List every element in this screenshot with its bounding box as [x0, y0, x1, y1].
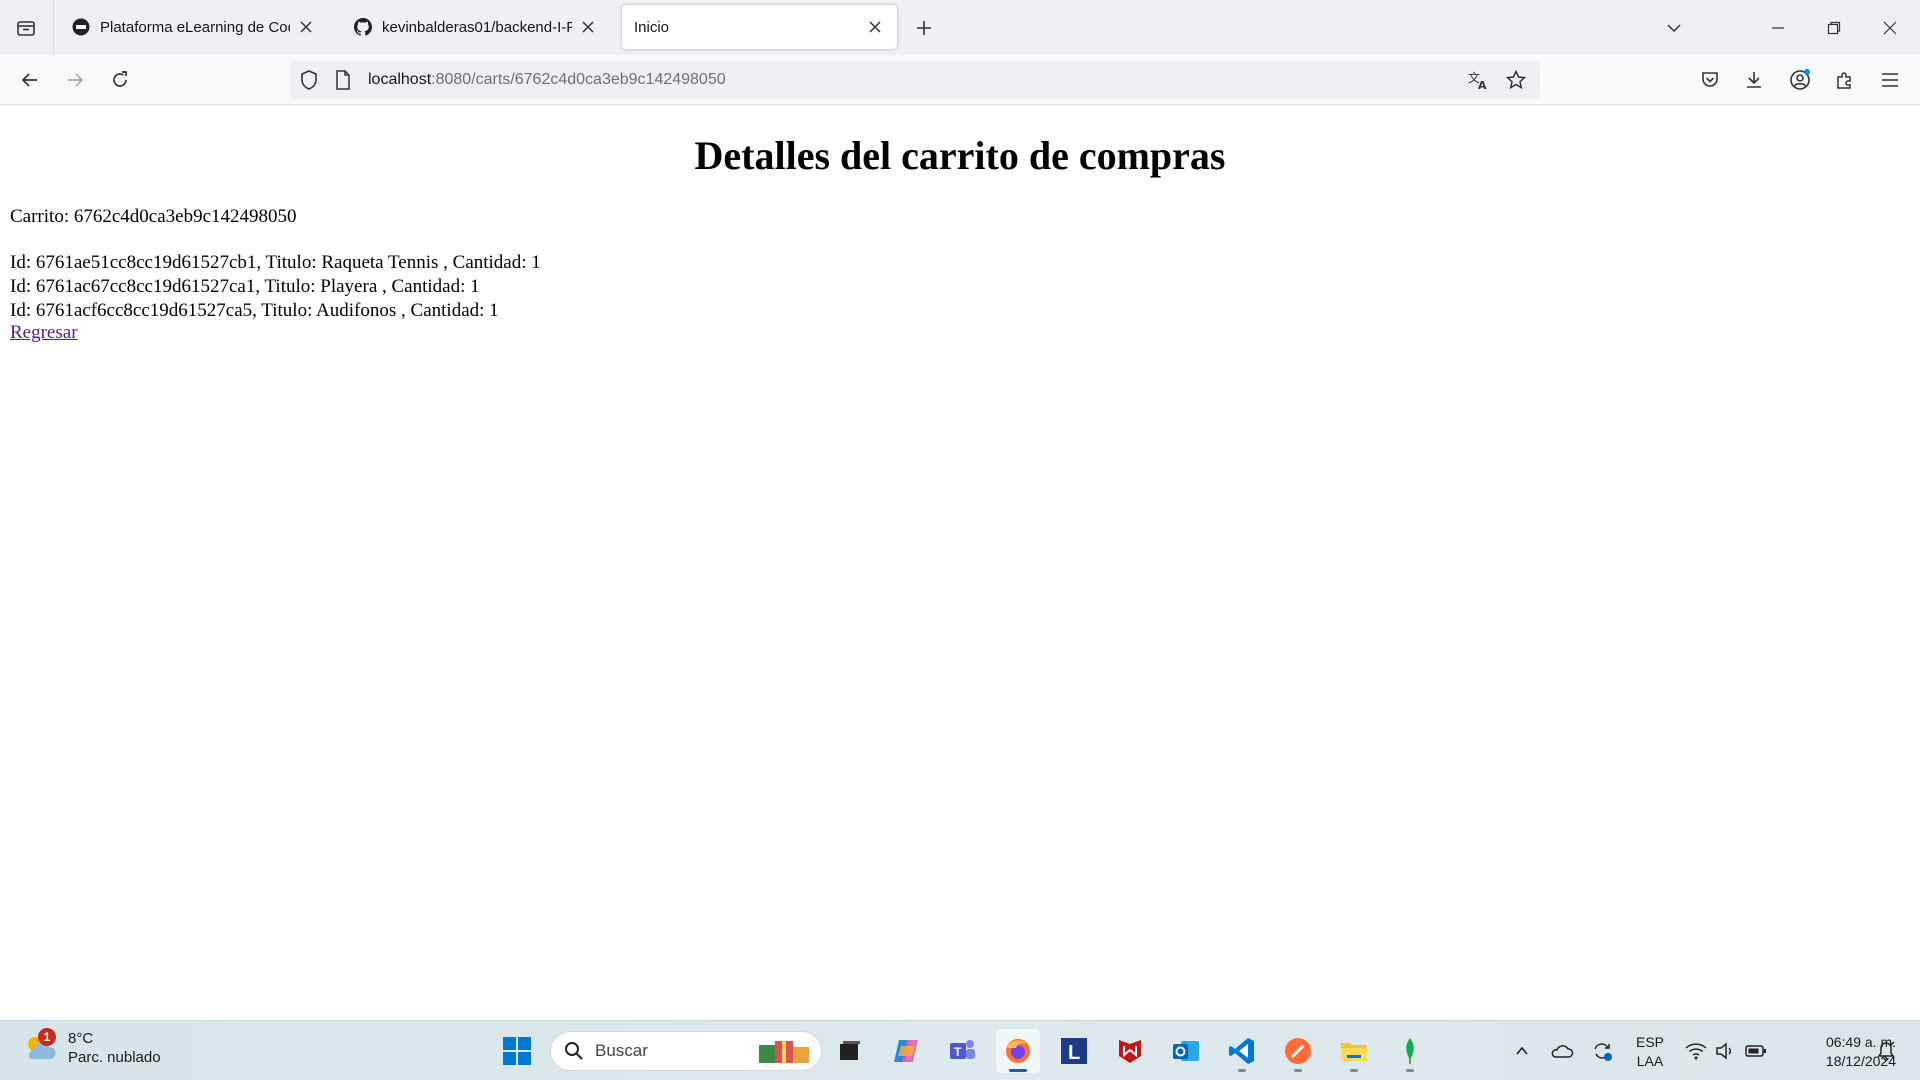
url-host: localhost: [368, 71, 432, 88]
svg-text:A: A: [1478, 79, 1487, 91]
address-bar[interactable]: localhost:8080/carts/6762c4d0ca3eb9c1424…: [290, 61, 1540, 99]
tab-title: kevinbalderas01/backend-I-Proyecto: [382, 18, 572, 36]
tab-github[interactable]: kevinbalderas01/backend-I-Proyecto: [342, 5, 610, 49]
mcafee-icon[interactable]: [1108, 1029, 1152, 1073]
downloads-icon[interactable]: [1740, 66, 1768, 94]
onedrive-icon[interactable]: [1550, 1039, 1574, 1063]
running-indicator: [1350, 1069, 1358, 1072]
github-favicon-icon: [354, 18, 372, 36]
list-item: Id: 6761ac67cc8cc19d61527ca1, Titulo: Pl…: [10, 276, 480, 297]
firefox-icon[interactable]: [996, 1029, 1040, 1073]
close-icon[interactable]: [578, 17, 598, 37]
tab-coderhouse[interactable]: Plataforma eLearning de Coderhouse: [60, 5, 328, 49]
running-indicator: [1009, 1069, 1027, 1072]
tab-bar: Plataforma eLearning de Coderhouse kevin…: [0, 0, 1920, 55]
sync-icon[interactable]: [1590, 1039, 1614, 1063]
copilot-icon[interactable]: [884, 1029, 928, 1073]
taskbar-search[interactable]: Buscar: [550, 1031, 822, 1071]
search-placeholder: Buscar: [595, 1041, 648, 1060]
notifications-bell-icon[interactable]: [1874, 1039, 1898, 1063]
translate-icon[interactable]: 文A: [1466, 68, 1490, 92]
weather-badge: 1: [38, 1028, 56, 1046]
page-title: Detalles del carrito de compras: [694, 133, 1226, 178]
postman-icon[interactable]: [1276, 1029, 1320, 1073]
weather-temp: 8°C: [68, 1030, 94, 1047]
page-content: Detalles del carrito de compras Carrito:…: [0, 106, 1920, 1020]
pocket-icon[interactable]: [1696, 66, 1724, 94]
svg-text:L: L: [1068, 1042, 1080, 1064]
teams-icon[interactable]: T: [940, 1029, 984, 1073]
navigation-toolbar: localhost:8080/carts/6762c4d0ca3eb9c1424…: [0, 55, 1920, 105]
back-link[interactable]: Regresar: [10, 322, 78, 344]
close-icon[interactable]: [865, 17, 885, 37]
list-item: Id: 6761acf6cc8cc19d61527ca5, Titulo: Au…: [10, 300, 499, 321]
lens-l-icon[interactable]: L: [1052, 1029, 1096, 1073]
lang-bottom: LAA: [1636, 1053, 1664, 1069]
tab-title: Plataforma eLearning de Coderhouse: [100, 18, 290, 36]
taskbar: 1 8°C Parc. nublado Buscar T L ESP LAA 0…: [0, 1020, 1920, 1080]
search-icon: [563, 1040, 585, 1062]
chevron-down-icon[interactable]: [1654, 8, 1694, 48]
outlook-icon[interactable]: [1164, 1029, 1208, 1073]
tab-separator: [53, 0, 54, 55]
account-icon[interactable]: [1786, 66, 1814, 94]
running-indicator: [1294, 1069, 1302, 1072]
close-icon[interactable]: [296, 17, 316, 37]
tab-title: Inicio: [634, 18, 670, 36]
weather-desc: Parc. nublado: [68, 1049, 161, 1066]
bookmark-star-icon[interactable]: [1504, 68, 1528, 92]
battery-icon[interactable]: [1744, 1039, 1768, 1063]
running-indicator: [1406, 1069, 1414, 1072]
reload-icon[interactable]: [104, 64, 136, 96]
language-indicator[interactable]: ESP LAA: [1636, 1033, 1664, 1071]
list-item: Id: 6761ae51cc8cc19d61527cb1, Titulo: Ra…: [10, 252, 541, 273]
url-path: :8080/carts/6762c4d0ca3eb9c142498050: [431, 71, 726, 88]
shield-icon[interactable]: [298, 69, 320, 91]
running-indicator: [1238, 1069, 1246, 1072]
url-text[interactable]: localhost:8080/carts/6762c4d0ca3eb9c1424…: [368, 71, 726, 89]
tab-list-icon[interactable]: [10, 12, 42, 44]
weather-widget[interactable]: 1 8°C Parc. nublado: [22, 1028, 161, 1067]
menu-icon[interactable]: [1876, 66, 1904, 94]
lang-top: ESP: [1636, 1034, 1665, 1050]
gifts-icon: [755, 1036, 815, 1066]
partly-cloudy-icon: 1: [22, 1028, 58, 1066]
vscode-icon[interactable]: [1220, 1029, 1264, 1073]
new-tab-button[interactable]: [910, 14, 938, 42]
cart-id-line: Carrito: 6762c4d0ca3eb9c142498050: [10, 206, 297, 227]
chevron-up-icon[interactable]: [1510, 1039, 1534, 1063]
back-arrow-icon[interactable]: [14, 64, 46, 96]
tab-inicio[interactable]: Inicio: [622, 5, 897, 49]
restore-button[interactable]: [1814, 8, 1854, 48]
svg-text:T: T: [954, 1045, 962, 1059]
coderhouse-favicon-icon: [72, 18, 90, 36]
page-info-icon[interactable]: [332, 69, 354, 91]
volume-icon[interactable]: [1713, 1039, 1737, 1063]
cart-items-list: Id: 6761ae51cc8cc19d61527cb1, Titulo: Ra…: [10, 251, 541, 323]
close-window-button[interactable]: [1870, 8, 1910, 48]
mongodb-icon[interactable]: [1388, 1029, 1432, 1073]
extensions-icon[interactable]: [1831, 66, 1859, 94]
minimize-button[interactable]: [1758, 8, 1798, 48]
wifi-icon[interactable]: [1684, 1039, 1708, 1063]
forward-arrow-icon[interactable]: [59, 64, 91, 96]
file-explorer-icon[interactable]: [1332, 1029, 1376, 1073]
windows-start-icon[interactable]: [502, 1036, 532, 1066]
task-view-icon[interactable]: [828, 1029, 872, 1073]
